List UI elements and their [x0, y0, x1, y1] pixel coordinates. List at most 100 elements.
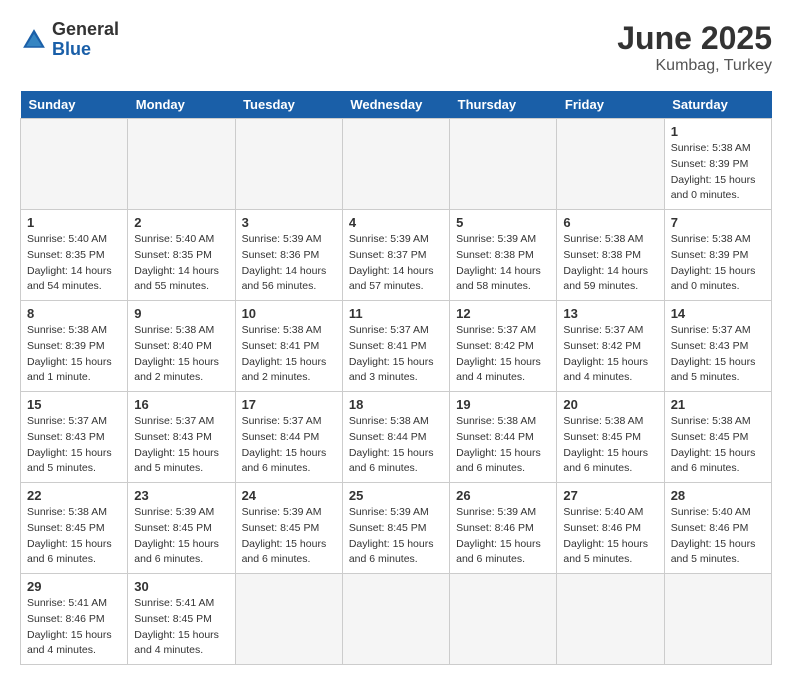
day-info: Sunrise: 5:38 AMSunset: 8:44 PMDaylight:… [349, 414, 443, 477]
calendar-cell: 12 Sunrise: 5:37 AMSunset: 8:42 PMDayligh… [450, 301, 557, 392]
logo: General Blue [20, 20, 119, 60]
day-info: Sunrise: 5:39 AMSunset: 8:45 PMDaylight:… [134, 505, 228, 568]
calendar-cell: 17 Sunrise: 5:37 AMSunset: 8:44 PMDayligh… [235, 392, 342, 483]
calendar-week-row: 1 Sunrise: 5:38 AMSunset: 8:39 PMDaylight… [21, 119, 772, 210]
weekday-header: Wednesday [342, 91, 449, 119]
calendar-cell: 11 Sunrise: 5:37 AMSunset: 8:41 PMDayligh… [342, 301, 449, 392]
day-info: Sunrise: 5:38 AMSunset: 8:39 PMDaylight:… [671, 141, 765, 204]
calendar-cell: 3 Sunrise: 5:39 AMSunset: 8:36 PMDaylight… [235, 210, 342, 301]
day-info: Sunrise: 5:38 AMSunset: 8:45 PMDaylight:… [27, 505, 121, 568]
day-number: 26 [456, 488, 550, 503]
day-number: 19 [456, 397, 550, 412]
day-info: Sunrise: 5:37 AMSunset: 8:42 PMDaylight:… [456, 323, 550, 386]
logo-blue: Blue [52, 40, 119, 60]
day-number: 15 [27, 397, 121, 412]
day-number: 5 [456, 215, 550, 230]
day-number: 21 [671, 397, 765, 412]
day-info: Sunrise: 5:38 AMSunset: 8:41 PMDaylight:… [242, 323, 336, 386]
day-number: 27 [563, 488, 657, 503]
calendar-cell: 7Sunrise: 5:38 AMSunset: 8:39 PMDaylight… [664, 210, 771, 301]
logo-text: General Blue [52, 20, 119, 60]
calendar-cell: 13Sunrise: 5:37 AMSunset: 8:42 PMDayligh… [557, 301, 664, 392]
day-info: Sunrise: 5:37 AMSunset: 8:43 PMDaylight:… [134, 414, 228, 477]
calendar-cell: 5 Sunrise: 5:39 AMSunset: 8:38 PMDaylight… [450, 210, 557, 301]
day-info: Sunrise: 5:40 AMSunset: 8:46 PMDaylight:… [563, 505, 657, 568]
calendar-table: SundayMondayTuesdayWednesdayThursdayFrid… [20, 91, 772, 665]
day-number: 30 [134, 579, 228, 594]
day-number: 17 [242, 397, 336, 412]
day-info: Sunrise: 5:39 AMSunset: 8:36 PMDaylight:… [242, 232, 336, 295]
day-number: 1 [671, 124, 765, 139]
day-info: Sunrise: 5:38 AMSunset: 8:39 PMDaylight:… [27, 323, 121, 386]
day-info: Sunrise: 5:37 AMSunset: 8:43 PMDaylight:… [671, 323, 765, 386]
calendar-week-row: 29 Sunrise: 5:41 AMSunset: 8:46 PMDayligh… [21, 574, 772, 665]
day-number: 14 [671, 306, 765, 321]
calendar-cell [557, 574, 664, 665]
calendar-cell: 2Sunrise: 5:40 AMSunset: 8:35 PMDaylight… [128, 210, 235, 301]
day-info: Sunrise: 5:38 AMSunset: 8:45 PMDaylight:… [671, 414, 765, 477]
calendar-week-row: 1 Sunrise: 5:40 AMSunset: 8:35 PMDaylight… [21, 210, 772, 301]
weekday-header-row: SundayMondayTuesdayWednesdayThursdayFrid… [21, 91, 772, 119]
day-info: Sunrise: 5:37 AMSunset: 8:43 PMDaylight:… [27, 414, 121, 477]
calendar-cell [128, 119, 235, 210]
day-info: Sunrise: 5:40 AMSunset: 8:46 PMDaylight:… [671, 505, 765, 568]
day-info: Sunrise: 5:39 AMSunset: 8:37 PMDaylight:… [349, 232, 443, 295]
day-number: 11 [349, 306, 443, 321]
logo-general: General [52, 20, 119, 40]
day-number: 18 [349, 397, 443, 412]
calendar-cell: 9 Sunrise: 5:38 AMSunset: 8:40 PMDaylight… [128, 301, 235, 392]
calendar-cell: 19 Sunrise: 5:38 AMSunset: 8:44 PMDayligh… [450, 392, 557, 483]
weekday-header: Thursday [450, 91, 557, 119]
day-number: 23 [134, 488, 228, 503]
day-number: 9 [134, 306, 228, 321]
day-info: Sunrise: 5:38 AMSunset: 8:45 PMDaylight:… [563, 414, 657, 477]
weekday-header: Monday [128, 91, 235, 119]
calendar-cell: 15 Sunrise: 5:37 AMSunset: 8:43 PMDayligh… [21, 392, 128, 483]
day-info: Sunrise: 5:40 AMSunset: 8:35 PMDaylight:… [134, 232, 228, 295]
day-info: Sunrise: 5:38 AMSunset: 8:44 PMDaylight:… [456, 414, 550, 477]
day-info: Sunrise: 5:38 AMSunset: 8:38 PMDaylight:… [563, 232, 657, 295]
day-number: 6 [563, 215, 657, 230]
day-number: 8 [27, 306, 121, 321]
day-number: 24 [242, 488, 336, 503]
day-info: Sunrise: 5:40 AMSunset: 8:35 PMDaylight:… [27, 232, 121, 295]
calendar-cell [235, 119, 342, 210]
day-info: Sunrise: 5:39 AMSunset: 8:38 PMDaylight:… [456, 232, 550, 295]
calendar-week-row: 8 Sunrise: 5:38 AMSunset: 8:39 PMDaylight… [21, 301, 772, 392]
day-info: Sunrise: 5:37 AMSunset: 8:42 PMDaylight:… [563, 323, 657, 386]
title-block: June 2025 Kumbag, Turkey [617, 20, 772, 75]
calendar-cell [342, 574, 449, 665]
calendar-cell: 20 Sunrise: 5:38 AMSunset: 8:45 PMDayligh… [557, 392, 664, 483]
day-number: 3 [242, 215, 336, 230]
day-number: 10 [242, 306, 336, 321]
calendar-cell [235, 574, 342, 665]
logo-icon [20, 26, 48, 54]
calendar-cell [342, 119, 449, 210]
calendar-cell [664, 574, 771, 665]
day-number: 20 [563, 397, 657, 412]
day-info: Sunrise: 5:37 AMSunset: 8:41 PMDaylight:… [349, 323, 443, 386]
calendar-cell: 4Sunrise: 5:39 AMSunset: 8:37 PMDaylight… [342, 210, 449, 301]
calendar-cell: 30 Sunrise: 5:41 AMSunset: 8:45 PMDayligh… [128, 574, 235, 665]
day-info: Sunrise: 5:39 AMSunset: 8:45 PMDaylight:… [242, 505, 336, 568]
day-info: Sunrise: 5:41 AMSunset: 8:46 PMDaylight:… [27, 596, 121, 659]
calendar-cell: 1 Sunrise: 5:38 AMSunset: 8:39 PMDaylight… [664, 119, 771, 210]
calendar-cell [557, 119, 664, 210]
day-info: Sunrise: 5:39 AMSunset: 8:45 PMDaylight:… [349, 505, 443, 568]
day-number: 1 [27, 215, 121, 230]
calendar-cell: 16Sunrise: 5:37 AMSunset: 8:43 PMDayligh… [128, 392, 235, 483]
day-number: 25 [349, 488, 443, 503]
weekday-header: Friday [557, 91, 664, 119]
day-info: Sunrise: 5:38 AMSunset: 8:40 PMDaylight:… [134, 323, 228, 386]
day-info: Sunrise: 5:37 AMSunset: 8:44 PMDaylight:… [242, 414, 336, 477]
weekday-header: Saturday [664, 91, 771, 119]
calendar-cell: 22Sunrise: 5:38 AMSunset: 8:45 PMDayligh… [21, 483, 128, 574]
calendar-cell: 29 Sunrise: 5:41 AMSunset: 8:46 PMDayligh… [21, 574, 128, 665]
day-number: 28 [671, 488, 765, 503]
day-info: Sunrise: 5:39 AMSunset: 8:46 PMDaylight:… [456, 505, 550, 568]
day-number: 12 [456, 306, 550, 321]
calendar-cell: 1 Sunrise: 5:40 AMSunset: 8:35 PMDaylight… [21, 210, 128, 301]
day-number: 29 [27, 579, 121, 594]
day-info: Sunrise: 5:41 AMSunset: 8:45 PMDaylight:… [134, 596, 228, 659]
calendar-cell: 25 Sunrise: 5:39 AMSunset: 8:45 PMDayligh… [342, 483, 449, 574]
